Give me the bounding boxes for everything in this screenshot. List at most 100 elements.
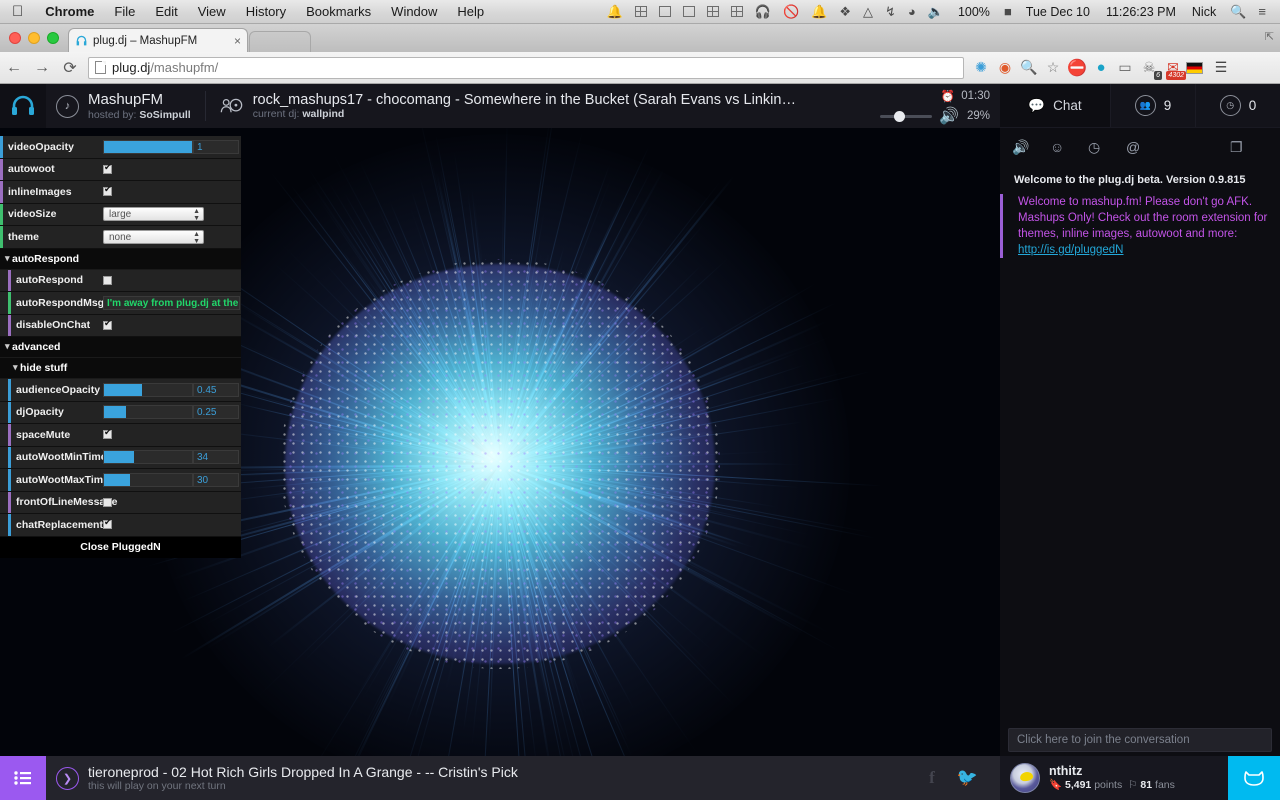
slider-track[interactable] [103, 383, 193, 397]
value-field[interactable]: 34 [193, 450, 239, 464]
slider-track[interactable] [103, 140, 193, 154]
slider-track[interactable] [103, 473, 193, 487]
apple-logo-icon[interactable]:  [0, 4, 35, 19]
setting-row-disableOnChat[interactable]: disableOnChat [0, 315, 241, 338]
ghost-icon[interactable]: ☠ 6 [1138, 57, 1160, 79]
bell-icon[interactable]: 🔔 [601, 4, 629, 20]
next-track-info[interactable]: ❯ tieroneprod - 02 Hot Rich Girls Droppe… [46, 764, 929, 792]
value-field[interactable]: 1 [193, 140, 239, 154]
message-link[interactable]: http://is.gd/pluggedN [1018, 244, 1124, 256]
magnify-icon[interactable]: 🔍 [1018, 57, 1040, 79]
search-icon[interactable]: 🔍 [1224, 4, 1252, 20]
bookmark-star-icon[interactable]: ✺ [970, 57, 992, 79]
zoom-window-button[interactable] [47, 32, 59, 44]
group-header-autorespond[interactable]: ▾ autoRespond [0, 249, 241, 270]
germany-flag-icon[interactable] [1186, 62, 1203, 74]
checkbox[interactable] [103, 187, 112, 196]
text-field[interactable]: I'm away from plug.dj at the mo [103, 296, 240, 310]
menu-help[interactable]: Help [447, 4, 494, 19]
speaker-icon[interactable]: 🔊 [939, 106, 959, 126]
plugdj-logo-icon[interactable] [0, 84, 46, 128]
background-tab[interactable] [249, 31, 311, 52]
tab-users[interactable]: 👥 9 [1110, 84, 1195, 127]
close-window-button[interactable] [9, 32, 21, 44]
setting-row-autoWootMaxTime[interactable]: autoWootMaxTime 30 [0, 469, 241, 492]
keyboard-icon[interactable] [653, 6, 677, 17]
playlist-icon[interactable] [0, 756, 46, 800]
facebook-icon[interactable]: f [929, 768, 935, 788]
volume-icon[interactable]: 🔈 [922, 4, 950, 20]
google-drive-icon[interactable]: △ [857, 4, 879, 20]
menubar-user[interactable]: Nick [1184, 5, 1224, 19]
do-not-disturb-icon[interactable]: 🚫 [777, 4, 805, 20]
setting-row-chatReplacement[interactable]: chatReplacement [0, 514, 241, 537]
adblock-icon[interactable]: ⛔ [1066, 57, 1088, 79]
menu-file[interactable]: File [104, 4, 145, 19]
popout-window-icon[interactable]: ❐ [1230, 139, 1268, 156]
reddit-icon[interactable]: ◉ [994, 57, 1016, 79]
slider-track[interactable] [103, 405, 193, 419]
emoji-icon[interactable]: ☺ [1050, 139, 1088, 155]
woot-button[interactable] [1228, 756, 1280, 800]
browser-tab[interactable]: plug.dj – MashupFM × [68, 28, 248, 52]
grid-icon[interactable] [701, 6, 725, 17]
minimize-window-button[interactable] [28, 32, 40, 44]
forward-button[interactable]: → [28, 59, 56, 77]
star-icon[interactable]: ☆ [1042, 57, 1064, 79]
setting-row-videoOpacity[interactable]: videoOpacity 1 [0, 136, 241, 159]
group-header-advanced[interactable]: ▾ advanced [0, 337, 241, 358]
select[interactable]: none ▲ ▼ [103, 230, 204, 244]
menu-window[interactable]: Window [381, 4, 447, 19]
setting-row-autowoot[interactable]: autowoot [0, 159, 241, 182]
address-bar[interactable]: plug.dj/mashupfm/ [88, 57, 964, 79]
setting-row-autoRespond[interactable]: autoRespond [0, 270, 241, 293]
avatar[interactable] [1010, 763, 1040, 793]
menu-history[interactable]: History [236, 4, 296, 19]
volume-slider[interactable] [880, 115, 932, 118]
headphones-icon[interactable]: 🎧 [749, 4, 777, 20]
checkbox[interactable] [103, 165, 112, 174]
notification-list-icon[interactable]: ≡ [1252, 4, 1272, 19]
value-field[interactable]: 0.25 [193, 405, 239, 419]
value-field[interactable]: 30 [193, 473, 239, 487]
value-field[interactable]: 0.45 [193, 383, 239, 397]
chat-messages[interactable]: Welcome to the plug.dj beta. Version 0.9… [1000, 166, 1280, 724]
magnify-box-icon[interactable] [677, 6, 701, 17]
checkbox[interactable] [103, 520, 112, 529]
tab-chat[interactable]: 💬 Chat [1000, 84, 1110, 127]
hamburger-icon[interactable]: ☰ [1209, 59, 1233, 76]
history-clock-icon[interactable]: ◷ [1088, 139, 1126, 156]
settings-panel[interactable]: videoOpacity 1 autowoot inlineImages videoSi… [0, 136, 241, 558]
window-controls[interactable] [9, 32, 59, 44]
cast-icon[interactable]: ▭ [1114, 57, 1136, 79]
menu-chrome[interactable]: Chrome [35, 4, 104, 19]
checkbox[interactable] [103, 276, 112, 285]
setting-row-frontOfLineMessage[interactable]: frontOfLineMessage [0, 492, 241, 515]
checkbox[interactable] [103, 321, 112, 330]
back-button[interactable]: ← [0, 59, 28, 77]
setting-row-inlineImages[interactable]: inlineImages [0, 181, 241, 204]
speaker-icon[interactable]: 🔊 [1012, 139, 1050, 156]
setting-row-autoWootMinTime[interactable]: autoWootMinTime 34 [0, 447, 241, 470]
battery-icon[interactable]: ■ [998, 4, 1018, 19]
menu-bookmarks[interactable]: Bookmarks [296, 4, 381, 19]
close-pluggedn-button[interactable]: Close PluggedN [0, 537, 241, 558]
gmail-icon[interactable]: ✉ 4302 [1162, 57, 1184, 79]
menu-view[interactable]: View [188, 4, 236, 19]
checkbox[interactable] [103, 430, 112, 439]
twitter-icon[interactable]: 🐦 [957, 768, 978, 788]
bluetooth-icon[interactable]: ↯ [879, 4, 902, 20]
setting-row-djOpacity[interactable]: djOpacity 0.25 [0, 402, 241, 425]
setting-row-theme[interactable]: theme none ▲ ▼ [0, 226, 241, 249]
setting-row-autoRespondMsg[interactable]: autoRespondMsg I'm away from plug.dj at t… [0, 292, 241, 315]
tab-waitlist[interactable]: ◷ 0 [1195, 84, 1280, 127]
reload-button[interactable]: ⟳ [56, 58, 84, 78]
menu-edit[interactable]: Edit [145, 4, 187, 19]
setting-row-audienceOpacity[interactable]: audienceOpacity 0.45 [0, 379, 241, 402]
setting-row-videoSize[interactable]: videoSize large ▲ ▼ [0, 204, 241, 227]
close-icon[interactable]: × [228, 34, 241, 48]
restore-window-icon[interactable]: ⇱ [1265, 30, 1274, 43]
group-header-hidestuff[interactable]: ▾ hide stuff [0, 358, 241, 379]
mention-at-icon[interactable]: @ [1126, 139, 1164, 155]
chat-input[interactable]: Click here to join the conversation [1008, 728, 1272, 752]
